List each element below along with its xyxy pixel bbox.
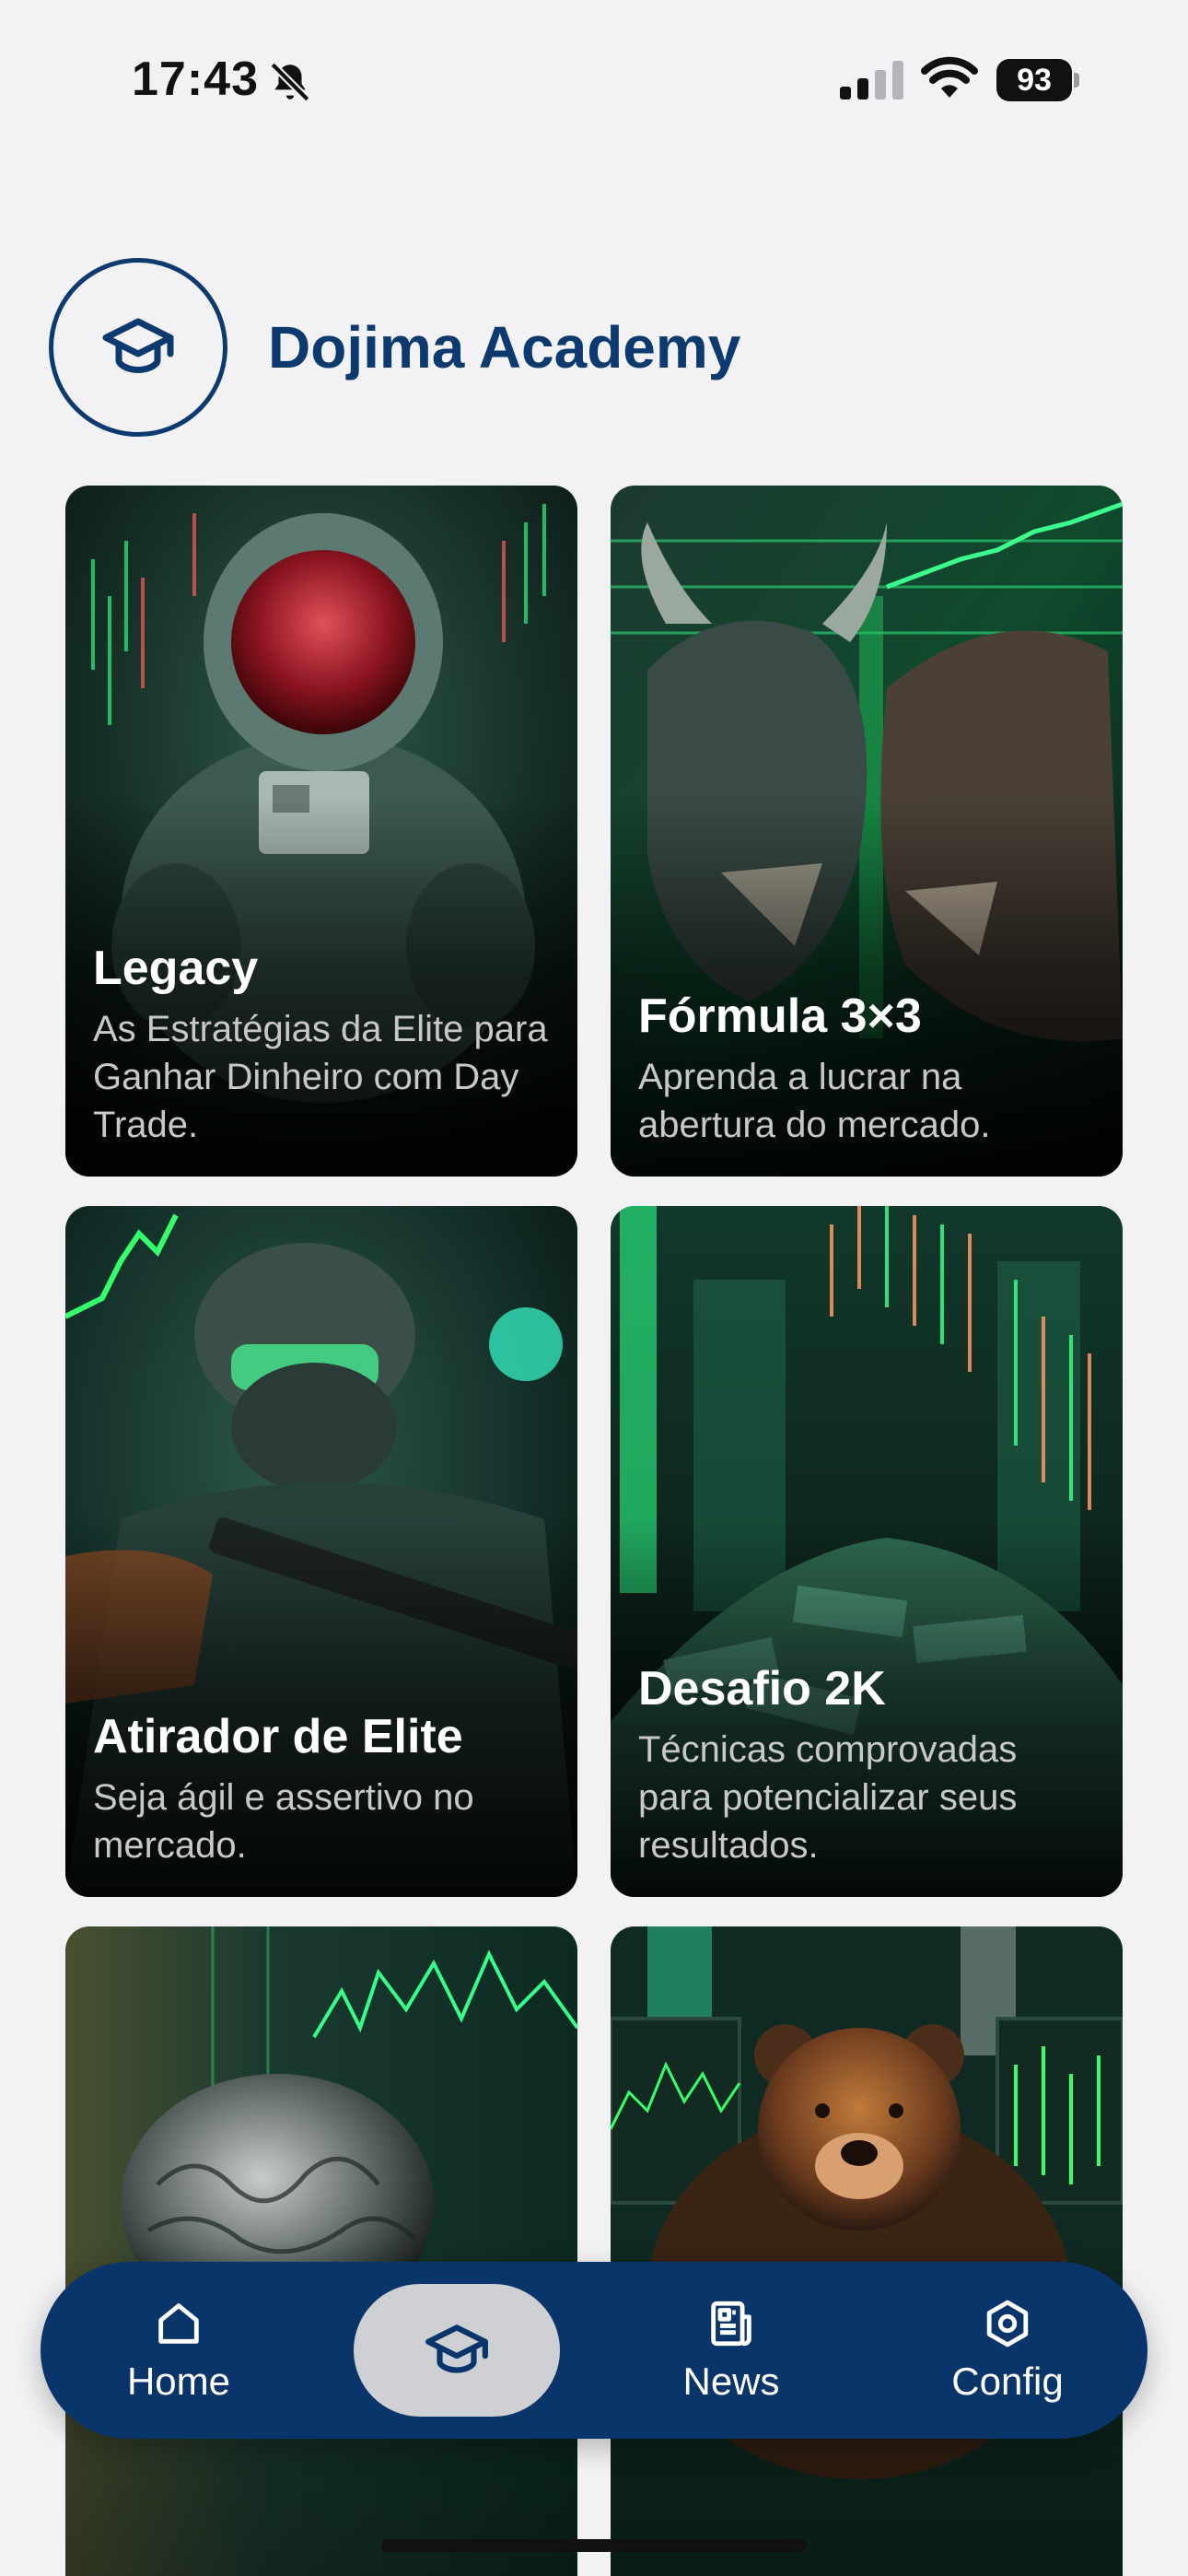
course-title: Atirador de Elite bbox=[93, 1710, 463, 1763]
home-indicator[interactable] bbox=[381, 2539, 807, 2552]
course-title: Legacy bbox=[93, 942, 259, 995]
course-subtitle: Técnicas comprovadas para potencializar … bbox=[638, 1729, 1018, 1866]
course-card-bear[interactable] bbox=[611, 1926, 1123, 2576]
tab-academy[interactable] bbox=[354, 2284, 560, 2417]
tab-label: Home bbox=[126, 2359, 231, 2403]
course-card-brain[interactable] bbox=[65, 1926, 577, 2576]
status-time: 17:43 bbox=[132, 53, 259, 106]
tab-home[interactable]: Home bbox=[41, 2262, 317, 2439]
tab-label: News bbox=[682, 2359, 780, 2403]
wifi-icon bbox=[921, 56, 978, 98]
logo-badge bbox=[49, 258, 227, 437]
signal-icon bbox=[840, 61, 903, 100]
course-subtitle: Aprenda a lucrar na abertura do mercado. bbox=[638, 1057, 991, 1145]
newspaper-icon bbox=[711, 2301, 751, 2347]
course-title: Fórmula 3×3 bbox=[638, 989, 922, 1043]
graduation-cap-icon bbox=[102, 318, 174, 373]
app-header: Dojima Academy bbox=[49, 258, 740, 437]
course-subtitle: Seja ágil e assertivo no mercado. bbox=[93, 1777, 474, 1866]
course-card-desafio-2k[interactable]: Desafio 2K Técnicas comprovadas para pot… bbox=[611, 1206, 1123, 1897]
course-title: Desafio 2K bbox=[638, 1662, 886, 1715]
tab-config[interactable]: Config bbox=[869, 2262, 1146, 2439]
home-icon bbox=[158, 2303, 199, 2344]
page-title: Dojima Academy bbox=[268, 314, 741, 381]
course-card-legacy[interactable]: Legacy As Estratégias da Elite para Ganh… bbox=[65, 486, 577, 1177]
screen: 17:43 93 Dojima Academy Legacy As Estrat… bbox=[0, 0, 1188, 2576]
tab-news[interactable]: News bbox=[593, 2262, 869, 2439]
course-card-atirador-de-elite[interactable]: Atirador de Elite Seja ágil e assertivo … bbox=[65, 1206, 577, 1897]
battery-icon: 93 bbox=[996, 59, 1079, 101]
battery-level: 93 bbox=[1017, 62, 1052, 98]
status-bar: 17:43 93 bbox=[0, 0, 1188, 157]
course-subtitle: As Estratégias da Elite para Ganhar Dinh… bbox=[93, 1009, 548, 1145]
course-card-formula-3x3[interactable]: Fórmula 3×3 Aprenda a lucrar na abertura… bbox=[611, 486, 1123, 1177]
graduation-cap-icon bbox=[425, 2324, 488, 2373]
settings-icon bbox=[986, 2300, 1029, 2348]
tab-label: Config bbox=[951, 2359, 1064, 2403]
bottom-tab-bar: Home News Config bbox=[41, 2262, 1147, 2439]
bell-slash-icon bbox=[270, 62, 310, 102]
